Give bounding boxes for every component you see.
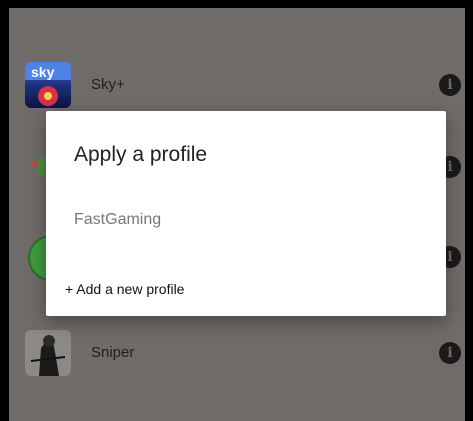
info-icon[interactable]: i (439, 74, 461, 96)
device-frame (0, 0, 473, 8)
profile-option-fastgaming[interactable]: FastGaming (46, 199, 446, 243)
add-new-profile-label: + Add a new profile (65, 281, 185, 297)
apply-profile-dialog: Apply a profile FastGaming + Add a new p… (46, 111, 446, 316)
app-row-sniper[interactable]: Sniper i (9, 318, 465, 388)
sky-app-icon: sky (25, 62, 71, 108)
sniper-app-icon (25, 330, 71, 376)
screen: sky Sky+ i i i Sniper i Apply a profile … (0, 0, 473, 421)
add-new-profile-button[interactable]: + Add a new profile (46, 271, 446, 307)
device-frame (465, 0, 473, 421)
info-icon[interactable]: i (439, 342, 461, 364)
svg-text:sky: sky (31, 64, 55, 80)
app-row-sky[interactable]: sky Sky+ i (9, 50, 465, 120)
app-label-sky: Sky+ (91, 76, 125, 93)
device-frame (0, 0, 9, 421)
app-label-sniper: Sniper (91, 344, 135, 361)
profile-option-label: FastGaming (74, 211, 162, 228)
dialog-title: Apply a profile (74, 143, 208, 166)
